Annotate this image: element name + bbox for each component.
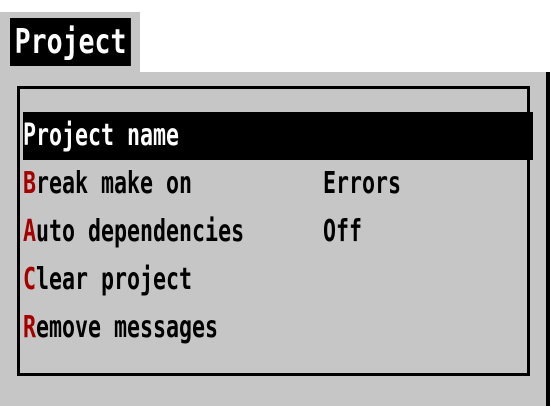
hotkey-letter: C (23, 262, 37, 297)
label-text: reak make on (36, 166, 193, 201)
menu-item-label: Project name (23, 112, 179, 160)
hotkey-letter: R (23, 310, 37, 345)
menu-item-label: Remove messages (23, 304, 218, 352)
menu-tab-area: Project (0, 12, 140, 72)
project-menu-list: Project name Break make on Errors Auto d… (23, 112, 533, 352)
menu-item-label: Auto dependencies (23, 208, 244, 256)
menu-item-auto-dependencies[interactable]: Auto dependencies Off (23, 208, 533, 256)
window-edge (546, 72, 550, 406)
menu-item-label: Clear project (23, 256, 192, 304)
menu-item-clear-project[interactable]: Clear project (23, 256, 533, 304)
menu-item-remove-messages[interactable]: Remove messages (23, 304, 533, 352)
label-text: emove messages (36, 310, 219, 345)
project-menu-panel: Project name Break make on Errors Auto d… (0, 72, 550, 406)
break-make-on-value: Errors (323, 166, 402, 201)
menu-item-label: Break make on (23, 160, 192, 208)
hotkey-letter: A (23, 214, 37, 249)
project-menu-title[interactable]: Project (10, 18, 132, 66)
hotkey-letter: B (23, 166, 37, 201)
hotkey-letter: P (23, 118, 37, 153)
menu-bar: Project (0, 0, 550, 72)
label-text: uto dependencies (36, 214, 245, 249)
menu-item-break-make-on[interactable]: Break make on Errors (23, 160, 533, 208)
auto-dependencies-value: Off (323, 214, 363, 249)
label-text: lear project (36, 262, 193, 297)
label-text: roject name (36, 118, 180, 153)
menu-item-project-name[interactable]: Project name (23, 112, 533, 160)
